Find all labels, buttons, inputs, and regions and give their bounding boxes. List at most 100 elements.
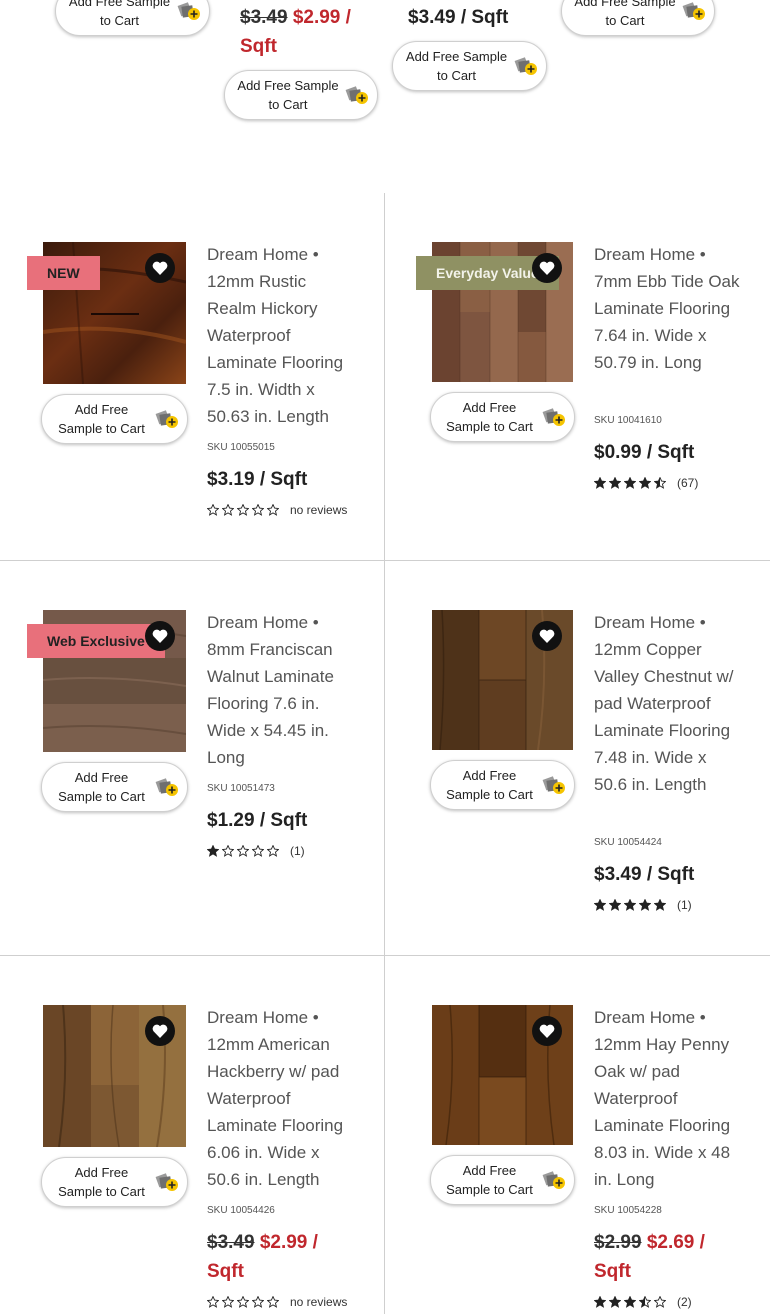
add-sample-button[interactable]: Add Free Sample to Cart	[430, 760, 575, 810]
star-icon	[639, 899, 651, 911]
column-divider	[384, 193, 385, 1314]
star-icon	[267, 1296, 279, 1308]
row-divider	[0, 955, 770, 956]
sample-swatch-icon	[155, 1171, 179, 1193]
star-icon	[252, 504, 264, 516]
add-sample-button[interactable]: Add Free Sample to Cart	[55, 0, 210, 36]
product-price: $1.29 / Sqft	[207, 810, 308, 831]
product-sku: SKU 10054228	[594, 1205, 662, 1216]
add-sample-label: Add Free Sample to Cart	[58, 402, 145, 436]
sample-swatch-icon	[177, 0, 201, 22]
star-rating	[207, 845, 279, 857]
original-price: $2.99	[594, 1232, 642, 1253]
product-title[interactable]: Dream Home • 12mm Hay Penny Oak w/ pad W…	[594, 1004, 740, 1193]
product-title[interactable]: Dream Home • 12mm Rustic Realm Hickory W…	[207, 241, 353, 430]
product-price: $3.49 $2.99 / Sqft	[207, 1228, 357, 1286]
star-icon	[609, 899, 621, 911]
heart-icon[interactable]	[532, 253, 562, 283]
review-count: no reviews	[290, 1295, 348, 1309]
star-icon	[237, 845, 249, 857]
add-sample-button[interactable]: Add Free Sample to Cart	[392, 41, 547, 91]
product-sku: SKU 10055015	[207, 442, 275, 453]
add-sample-button[interactable]: Add Free Sample to Cart	[561, 0, 715, 36]
product-title[interactable]: Dream Home • 8mm Franciscan Walnut Lamin…	[207, 609, 353, 771]
sample-swatch-icon	[542, 406, 566, 428]
star-icon	[207, 504, 219, 516]
product-price: $2.99 $2.69 / Sqft	[594, 1228, 744, 1286]
star-icon	[207, 1296, 219, 1308]
heart-icon[interactable]	[145, 621, 175, 651]
review-count: (1)	[290, 844, 305, 858]
sample-swatch-icon	[542, 1169, 566, 1191]
sample-swatch-icon	[155, 776, 179, 798]
sample-swatch-icon	[155, 408, 179, 430]
heart-icon[interactable]	[532, 621, 562, 651]
rating[interactable]: (1)	[207, 843, 305, 859]
rating[interactable]: (67)	[594, 475, 698, 491]
heart-icon[interactable]	[145, 253, 175, 283]
add-sample-button[interactable]: Add Free Sample to Cart	[224, 70, 378, 120]
product-title[interactable]: Dream Home • 7mm Ebb Tide Oak Laminate F…	[594, 241, 740, 376]
add-sample-button[interactable]: Add Free Sample to Cart	[41, 394, 188, 444]
star-icon	[624, 477, 636, 489]
star-icon	[654, 477, 666, 489]
add-sample-label: Add Free Sample to Cart	[446, 768, 533, 802]
rating[interactable]: (2)	[594, 1294, 692, 1310]
star-icon	[654, 1296, 666, 1308]
product-sku: SKU 10051473	[207, 783, 275, 794]
star-rating	[594, 477, 666, 489]
add-sample-label: Add Free Sample to Cart	[574, 0, 676, 28]
product-sku: SKU 10041610	[594, 415, 662, 426]
star-icon	[207, 845, 219, 857]
star-icon	[609, 477, 621, 489]
star-icon	[222, 504, 234, 516]
add-sample-label: Add Free Sample to Cart	[405, 49, 508, 83]
product-price: $0.99 / Sqft	[594, 442, 695, 463]
star-icon	[222, 845, 234, 857]
price: $3.49 / Sqft	[408, 7, 509, 28]
add-sample-button[interactable]: Add Free Sample to Cart	[41, 762, 188, 812]
rating[interactable]: (1)	[594, 897, 692, 913]
star-rating	[207, 504, 279, 516]
sample-swatch-icon	[514, 55, 538, 77]
add-sample-label: Add Free Sample to Cart	[58, 1165, 145, 1199]
rating[interactable]: no reviews	[207, 1294, 347, 1310]
sale-price: $3.49 $2.99 / Sqft	[240, 3, 380, 61]
badge-web-exclusive: Web Exclusive	[27, 624, 165, 658]
original-price: $3.49	[207, 1232, 255, 1253]
add-sample-button[interactable]: Add Free Sample to Cart	[41, 1157, 188, 1207]
product-title[interactable]: Dream Home • 12mm Copper Valley Chestnut…	[594, 609, 740, 798]
add-sample-button[interactable]: Add Free Sample to Cart	[430, 1155, 575, 1205]
sample-swatch-icon	[682, 0, 706, 22]
star-icon	[252, 1296, 264, 1308]
star-icon	[624, 1296, 636, 1308]
sample-swatch-icon	[345, 84, 369, 106]
star-icon	[624, 899, 636, 911]
review-count: no reviews	[290, 503, 348, 517]
add-sample-label: Add Free Sample to Cart	[237, 78, 339, 112]
rating[interactable]: no reviews	[207, 502, 347, 518]
row-divider	[0, 560, 770, 561]
star-rating	[594, 899, 666, 911]
add-sample-label: Add Free Sample to Cart	[446, 1163, 533, 1197]
star-icon	[222, 1296, 234, 1308]
add-sample-label: Add Free Sample to Cart	[446, 400, 533, 434]
add-sample-label: Add Free Sample to Cart	[58, 770, 145, 804]
sample-swatch-icon	[542, 774, 566, 796]
star-icon	[237, 504, 249, 516]
heart-icon[interactable]	[145, 1016, 175, 1046]
star-icon	[594, 1296, 606, 1308]
review-count: (1)	[677, 898, 692, 912]
product-title[interactable]: Dream Home • 12mm American Hackberry w/ …	[207, 1004, 353, 1193]
product-grid-page: Add Free Sample to Cart $3.49 $2.99 / Sq…	[0, 0, 770, 1314]
star-icon	[639, 477, 651, 489]
star-rating	[207, 1296, 279, 1308]
star-icon	[639, 1296, 651, 1308]
add-sample-button[interactable]: Add Free Sample to Cart	[430, 392, 575, 442]
review-count: (67)	[677, 476, 699, 490]
star-icon	[609, 1296, 621, 1308]
heart-icon[interactable]	[532, 1016, 562, 1046]
review-count: (2)	[677, 1295, 692, 1309]
star-icon	[237, 1296, 249, 1308]
product-sku: SKU 10054426	[207, 1205, 275, 1216]
